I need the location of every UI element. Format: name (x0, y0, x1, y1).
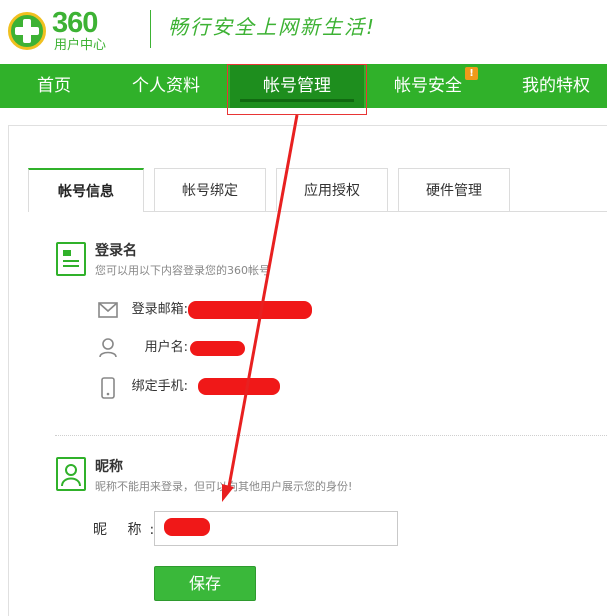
site-header: 360 用户中心 畅行安全上网新生活! (0, 0, 607, 64)
alert-badge: ! (465, 67, 478, 80)
nav-item-privileges[interactable]: 我的特权 (508, 64, 604, 108)
logo-360[interactable]: 360 用户中心 (8, 6, 138, 56)
logo-subtitle: 用户中心 (54, 38, 107, 53)
nav-item-home[interactable]: 首页 (16, 64, 92, 108)
login-email-label: 登录邮箱: (131, 302, 188, 317)
nav-item-account-security[interactable]: 帐号安全 (380, 64, 476, 108)
header-divider (150, 10, 151, 48)
bound-phone-label: 绑定手机: (131, 379, 188, 394)
header-slogan: 畅行安全上网新生活! (168, 15, 377, 39)
redacted-username (190, 341, 245, 356)
user-icon (99, 338, 117, 362)
login-section-desc: 您可以用以下内容登录您的360帐号 (95, 264, 270, 277)
tab-account-binding[interactable]: 帐号绑定 (154, 168, 266, 212)
nav-item-security-label: 帐号安全 (394, 76, 462, 96)
tab-app-authorization[interactable]: 应用授权 (276, 168, 388, 212)
nickname-section-title: 昵称 (95, 459, 123, 475)
id-card-icon (56, 242, 86, 276)
login-section-title: 登录名 (95, 243, 137, 259)
redacted-nickname (164, 518, 210, 536)
annotation-highlight-box (227, 64, 367, 115)
username-label: 用户名: (144, 340, 188, 355)
redacted-phone (198, 378, 280, 395)
tab-account-info[interactable]: 帐号信息 (28, 168, 144, 212)
section-divider (55, 435, 607, 436)
redacted-email (188, 301, 312, 319)
nickname-section-desc: 昵称不能用来登录，但可以向其他用户展示您的身份! (95, 480, 353, 493)
mail-icon (98, 302, 118, 322)
avatar-icon (56, 457, 86, 491)
save-button[interactable]: 保存 (154, 566, 256, 601)
nickname-field-label: 昵 称: (93, 522, 163, 538)
nav-item-profile[interactable]: 个人资料 (118, 64, 214, 108)
phone-icon (101, 377, 115, 403)
logo-number: 360 (52, 7, 98, 39)
tab-hardware-management[interactable]: 硬件管理 (398, 168, 510, 212)
